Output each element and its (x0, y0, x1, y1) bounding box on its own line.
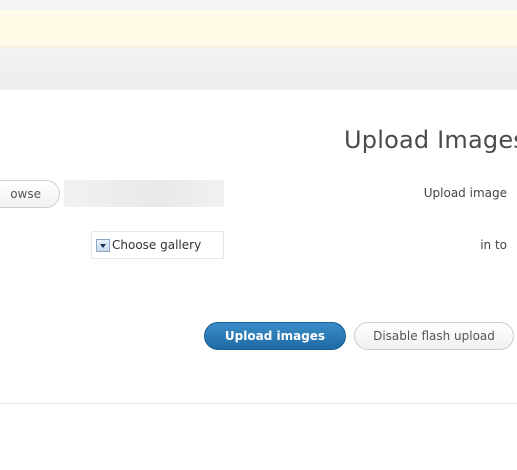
upload-image-label: Upload image (423, 186, 507, 200)
section-header-bar (0, 47, 517, 90)
notice-bar (0, 10, 517, 47)
gallery-select[interactable]: Choose gallery (91, 231, 224, 259)
browse-button[interactable]: owse (0, 180, 60, 208)
disable-flash-upload-button[interactable]: Disable flash upload (354, 322, 514, 350)
page-title: Upload Images (344, 126, 517, 154)
top-strip (0, 0, 517, 10)
upload-images-page: Upload Images owse Upload image Choose g… (0, 0, 517, 470)
file-path-field[interactable] (64, 180, 224, 207)
into-label: in to (480, 238, 507, 252)
panel-divider (0, 403, 517, 404)
chevron-down-icon[interactable] (96, 238, 110, 252)
upload-images-button[interactable]: Upload images (204, 322, 346, 350)
gallery-select-label: Choose gallery (112, 238, 202, 252)
